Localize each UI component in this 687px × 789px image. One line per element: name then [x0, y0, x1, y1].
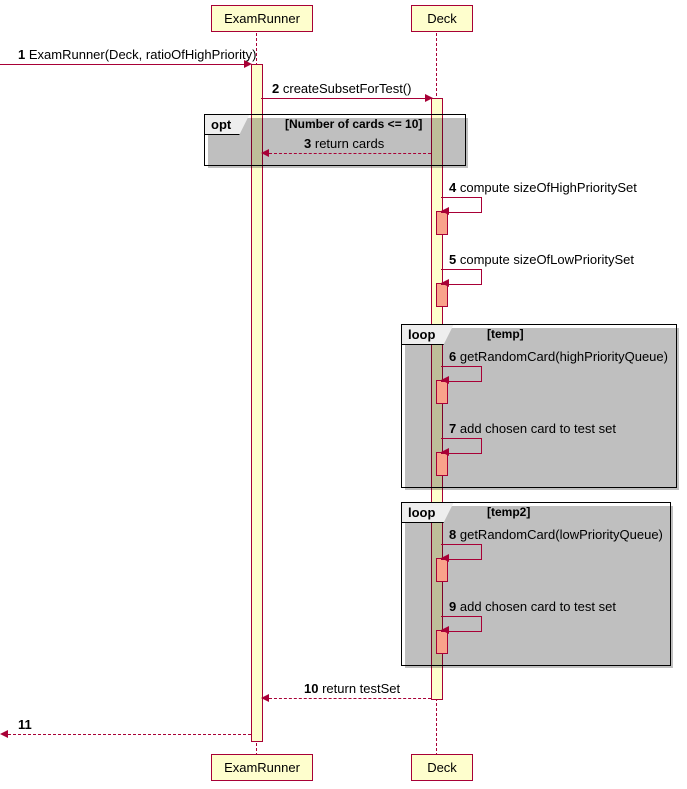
arrow-1 — [0, 64, 244, 65]
arrow-3 — [269, 153, 431, 154]
arrow-10-head — [261, 694, 269, 702]
message-2: 2 createSubsetForTest() — [272, 81, 411, 96]
message-1: 1 ExamRunner(Deck, ratioOfHighPriority) — [18, 47, 256, 62]
participant-deck-bottom: Deck — [411, 754, 473, 781]
message-5: 5 compute sizeOfLowPrioritySet — [449, 252, 634, 267]
arrow-2 — [261, 98, 425, 99]
arrow-2-head — [425, 94, 433, 102]
participant-examrunner-bottom: ExamRunner — [211, 754, 313, 781]
self-5-head — [441, 279, 449, 287]
frame-loop1-guard: [temp] — [487, 327, 524, 341]
message-6: 6 getRandomCard(highPriorityQueue) — [449, 349, 668, 364]
arrow-10 — [269, 698, 431, 699]
participant-label: Deck — [427, 11, 457, 26]
arrow-3-head — [261, 149, 269, 157]
frame-opt-guard: [Number of cards <= 10] — [285, 117, 422, 131]
participant-label: Deck — [427, 760, 457, 775]
self-4-head — [441, 207, 449, 215]
frame-loop2-label: loop — [402, 503, 453, 523]
self-9-head — [441, 626, 449, 634]
arrow-1-head — [244, 60, 252, 68]
participant-label: ExamRunner — [224, 11, 300, 26]
frame-opt-label: opt — [205, 115, 249, 135]
arrow-11-head — [0, 730, 8, 738]
message-9: 9 add chosen card to test set — [449, 599, 616, 614]
participant-deck-top: Deck — [411, 5, 473, 32]
frame-loop1-label: loop — [402, 325, 453, 345]
participant-label: ExamRunner — [224, 760, 300, 775]
message-10: 10 return testSet — [304, 681, 400, 696]
message-4: 4 compute sizeOfHighPrioritySet — [449, 180, 637, 195]
frame-loop2-guard: [temp2] — [487, 505, 530, 519]
self-8-head — [441, 554, 449, 562]
message-3: 3 return cards — [304, 136, 384, 151]
message-7: 7 add chosen card to test set — [449, 421, 616, 436]
message-8: 8 getRandomCard(lowPriorityQueue) — [449, 527, 663, 542]
self-6-head — [441, 376, 449, 384]
participant-examrunner-top: ExamRunner — [211, 5, 313, 32]
self-7-head — [441, 448, 449, 456]
arrow-11 — [8, 734, 251, 735]
message-11: 11 — [18, 717, 32, 732]
